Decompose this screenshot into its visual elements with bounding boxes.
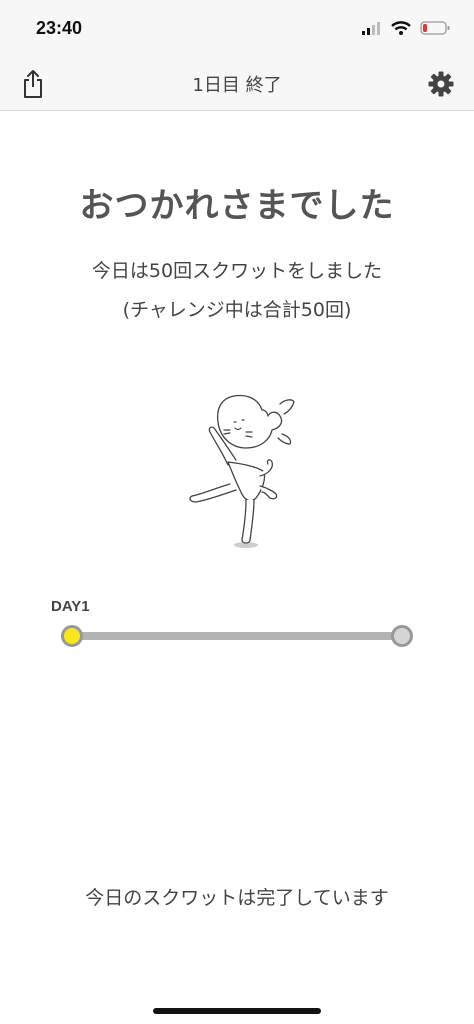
completion-message: 今日のスクワットは完了しています [85, 887, 389, 909]
completion-headline: おつかれさまでした [79, 186, 395, 226]
settings-button[interactable] [424, 67, 458, 101]
signal-icon [362, 20, 382, 39]
day-label: DAY1 [51, 598, 90, 615]
wifi-icon [391, 20, 411, 39]
progress-track [70, 632, 402, 640]
cat-illustration [184, 390, 314, 552]
status-icons [362, 20, 450, 39]
today-count-text: 今日は50回スクワットをしました [91, 260, 383, 282]
battery-icon [420, 20, 450, 39]
progress-end-dot [391, 625, 413, 647]
challenge-total-text: (チャレンジ中は合計50回) [122, 299, 352, 321]
navigation-bar: 1日目 終了 [0, 58, 474, 111]
gear-icon [428, 71, 454, 97]
home-indicator[interactable] [153, 1008, 321, 1014]
progress-current-dot [61, 625, 83, 647]
page-title: 1日目 終了 [192, 75, 282, 96]
status-bar: 23:40 [0, 0, 474, 58]
status-time: 23:40 [36, 18, 83, 38]
